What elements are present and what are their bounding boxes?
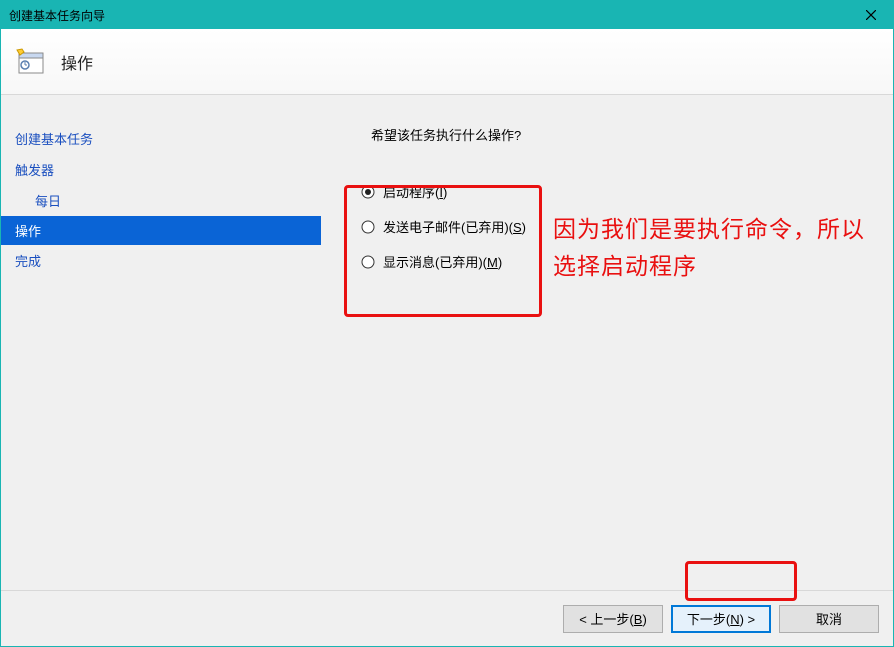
radio-label: 发送电子邮件(已弃用)(S) <box>383 217 526 236</box>
sidebar-item-create[interactable]: 创建基本任务 <box>1 123 321 154</box>
radio-display-message[interactable]: 显示消息(已弃用)(M) <box>361 252 541 271</box>
radio-icon <box>361 185 375 199</box>
close-icon <box>866 10 876 20</box>
wizard-sidebar: 创建基本任务 触发器 每日 操作 完成 <box>1 95 321 646</box>
radio-start-program[interactable]: 启动程序(I) <box>361 182 541 201</box>
radio-icon <box>361 255 375 269</box>
annotation-text: 因为我们是要执行命令，所以选择启动程序 <box>553 211 883 285</box>
sidebar-item-trigger[interactable]: 触发器 <box>1 154 321 185</box>
action-options: 启动程序(I) 发送电子邮件(已弃用)(S) 显示消息(已弃用)(M) <box>351 172 551 281</box>
sidebar-item-finish[interactable]: 完成 <box>1 245 321 276</box>
wizard-footer: < 上一步(B) 下一步(N) > 取消 <box>1 590 893 646</box>
radio-icon <box>361 220 375 234</box>
cancel-button[interactable]: 取消 <box>779 605 879 633</box>
sidebar-item-action[interactable]: 操作 <box>1 216 321 245</box>
close-button[interactable] <box>848 1 893 29</box>
radio-label: 启动程序(I) <box>383 182 447 201</box>
radio-send-email[interactable]: 发送电子邮件(已弃用)(S) <box>361 217 541 236</box>
back-button[interactable]: < 上一步(B) <box>563 605 663 633</box>
titlebar: 创建基本任务向导 <box>1 1 893 29</box>
action-question: 希望该任务执行什么操作? <box>371 125 873 144</box>
wizard-main: 希望该任务执行什么操作? 启动程序(I) 发送电子邮件(已弃用)(S) 显示消息… <box>321 95 893 646</box>
next-button[interactable]: 下一步(N) > <box>671 605 771 633</box>
radio-label: 显示消息(已弃用)(M) <box>383 252 502 271</box>
window-controls <box>848 1 893 29</box>
window-title: 创建基本任务向导 <box>9 7 105 24</box>
sidebar-item-daily[interactable]: 每日 <box>1 185 321 216</box>
wizard-header: 操作 <box>1 29 893 95</box>
task-icon <box>15 46 47 78</box>
wizard-window: 创建基本任务向导 操作 创建基本任务 触发器 每日 操作 完成 <box>0 0 894 647</box>
wizard-step-title: 操作 <box>61 50 93 74</box>
